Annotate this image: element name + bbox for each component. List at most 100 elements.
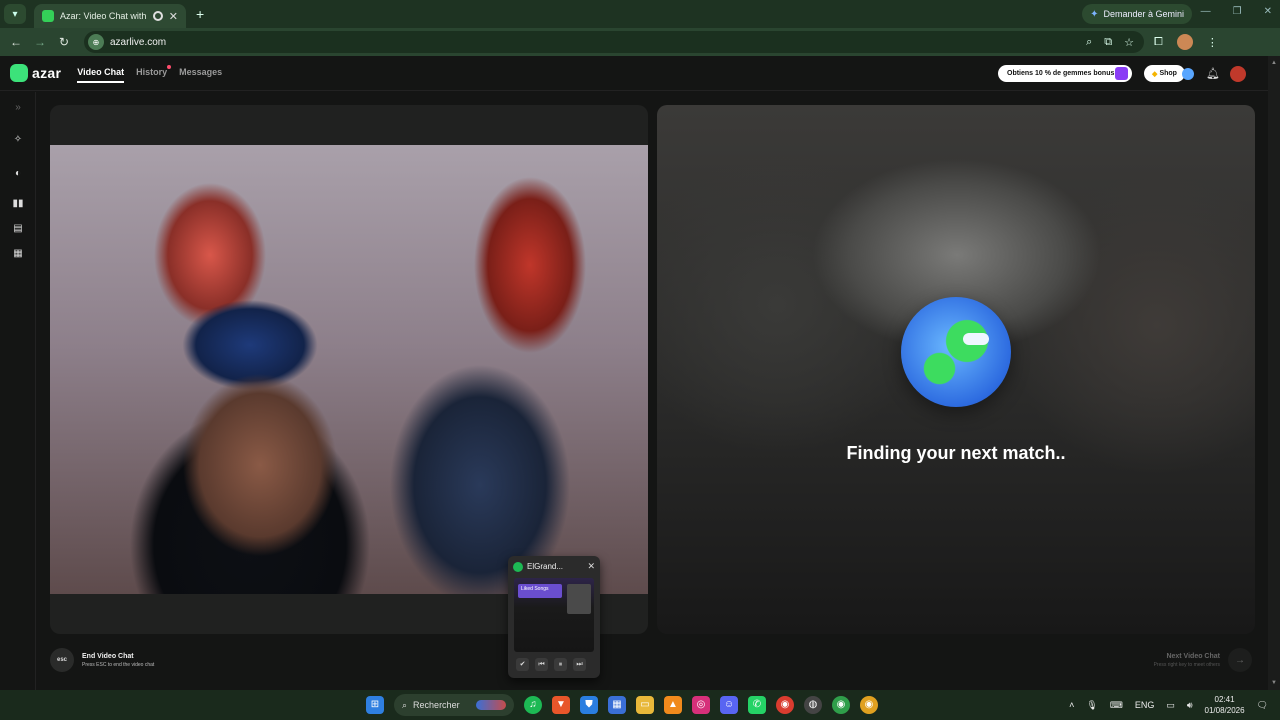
clock[interactable]: 02:41 01/08/2026 — [1205, 694, 1245, 716]
search-highlight-image — [476, 700, 506, 710]
spotify-taskbar-icon[interactable]: ♫ — [524, 696, 542, 714]
search-icon: ⌕ — [402, 699, 408, 710]
next-arrow-icon[interactable]: → — [1228, 648, 1252, 672]
preview-thumbnail[interactable]: Liked Songs — [514, 578, 594, 652]
app-icon[interactable]: ◍ — [804, 696, 822, 714]
volume-icon[interactable]: 🔊︎ — [1187, 700, 1193, 711]
minimize-icon[interactable]: — — [1201, 6, 1211, 17]
magic-wand-icon[interactable]: ✧ — [12, 134, 24, 146]
extensions-icon[interactable]: ⧠ — [1154, 36, 1163, 49]
nav-video-chat[interactable]: Video Chat — [77, 63, 125, 83]
browser-menu-icon[interactable]: ⋮ — [1207, 36, 1218, 49]
preview-close-icon[interactable]: ✕ — [587, 561, 595, 572]
promo-label: Obtiens 10 % de gemmes bonus ! — [1007, 70, 1119, 77]
gem-icon: ◆ — [1152, 70, 1158, 78]
esc-key-button[interactable]: esc — [50, 648, 74, 672]
chat-bubble-icon[interactable] — [1182, 68, 1194, 80]
vlc-icon[interactable]: ▲ — [664, 696, 682, 714]
bell-icon[interactable]: 🔔︎ — [1206, 68, 1220, 80]
cloud-decoration — [963, 333, 989, 345]
taskbar-apps: ⊞ ⌕ Rechercher ♫ ▼ ⛊ ▦ ▭ ▲ ◎ ☺ ✆ ◉ ◍ ◉ ◉ — [366, 694, 878, 716]
instagram-icon[interactable]: ◎ — [692, 696, 710, 714]
forward-icon[interactable]: → — [28, 35, 52, 49]
zoom-icon[interactable]: ⌕ — [1086, 36, 1092, 49]
azar-logo[interactable]: azar — [10, 64, 61, 82]
globe-icon — [901, 297, 1011, 407]
album-art — [567, 584, 591, 614]
like-icon[interactable]: ✔ — [516, 658, 529, 671]
browser-tab[interactable]: Azar: Video Chat with New ✕ — [34, 4, 186, 28]
app-header: azar Video Chat History Messages Obtiens… — [0, 56, 1268, 91]
network-icon[interactable]: ▭ — [1166, 700, 1175, 711]
gem-promo-button[interactable]: Obtiens 10 % de gemmes bonus ! — [998, 65, 1132, 82]
layout-stacked-icon[interactable]: ▤ — [12, 223, 24, 235]
clock-time: 02:41 — [1214, 695, 1235, 704]
pause-icon[interactable]: ⏸ — [554, 658, 567, 671]
tab-search-button[interactable]: ▾ — [4, 4, 26, 24]
back-icon[interactable]: ← — [4, 35, 28, 49]
previous-track-icon[interactable]: ⏮ — [535, 658, 548, 671]
chrome-profile-icon[interactable]: ◉ — [832, 696, 850, 714]
windows-start-icon[interactable]: ⊞ — [366, 696, 384, 714]
language-indicator[interactable]: ENG — [1135, 700, 1155, 710]
layout-side-by-side-icon[interactable]: ▮▮ — [12, 198, 24, 210]
nav-history[interactable]: History — [136, 63, 172, 83]
omnibox[interactable]: ⊕ azarlive.com ⌕ ⧉ ☆ — [84, 31, 1144, 53]
tab-title: Azar: Video Chat with New — [60, 11, 147, 21]
filter-icon[interactable]: ◐ — [12, 168, 24, 180]
bookmark-star-icon[interactable]: ☆ — [1124, 36, 1134, 49]
site-info-icon[interactable]: ⊕ — [88, 34, 104, 50]
file-explorer-icon[interactable]: ▭ — [636, 696, 654, 714]
notification-dot — [167, 65, 172, 69]
azar-logo-icon — [10, 64, 28, 82]
close-window-icon[interactable]: ✕ — [1264, 6, 1272, 17]
notification-center-icon[interactable]: 🗨︎ — [1257, 700, 1268, 711]
tab-close-icon[interactable]: ✕ — [169, 10, 178, 23]
microphone-icon[interactable]: 🎙︎ — [1086, 700, 1097, 711]
maximize-icon[interactable]: ❐ — [1233, 6, 1242, 17]
expand-sidebar-icon[interactable]: » — [12, 102, 24, 114]
main-nav: Video Chat History Messages — [77, 63, 222, 83]
page-scrollbar[interactable]: ▲ ▼ — [1268, 56, 1280, 690]
preview-title: ElGrand... — [527, 562, 564, 571]
install-app-icon[interactable]: ⧉ — [1104, 36, 1112, 49]
new-tab-button[interactable]: + — [196, 6, 204, 22]
end-chat-title: End Video Chat — [82, 652, 134, 660]
next-video-chat-control[interactable]: Next Video Chat Press right key to meet … — [1154, 648, 1252, 672]
nav-messages[interactable]: Messages — [179, 63, 222, 83]
chrome-active-icon[interactable]: ◉ — [860, 696, 878, 714]
shop-button[interactable]: ◆ Shop — [1144, 65, 1185, 82]
scroll-up-icon[interactable]: ▲ — [1268, 60, 1280, 66]
brave-icon[interactable]: ▼ — [552, 696, 570, 714]
spotify-taskbar-preview[interactable]: ElGrand... ✕ Liked Songs ✔ ⏮ ⏸ ⏭ — [508, 556, 600, 678]
keyboard-icon[interactable]: ⌨ — [1110, 700, 1123, 711]
next-chat-hint: Press right key to meet others — [1153, 661, 1220, 668]
url-text[interactable]: azarlive.com — [110, 37, 1080, 48]
taskbar-search[interactable]: ⌕ Rechercher — [394, 694, 514, 716]
store-icon[interactable]: ▦ — [608, 696, 626, 714]
defender-shield-icon[interactable]: ⛊ — [580, 696, 598, 714]
playback-controls: ✔ ⏮ ⏸ ⏭ — [516, 658, 586, 671]
browser-tabbar: ▾ Azar: Video Chat with New ✕ + ✦ Demand… — [0, 0, 1280, 28]
window-controls: — ❐ ✕ — [1201, 6, 1272, 17]
header-icons: 🔔︎ — [1182, 66, 1246, 82]
layout-grid-icon[interactable]: ▦ — [12, 248, 24, 260]
scroll-down-icon[interactable]: ▼ — [1268, 680, 1280, 686]
profile-avatar[interactable] — [1176, 34, 1193, 50]
azar-favicon-icon — [42, 10, 54, 22]
liked-songs-banner: Liked Songs — [518, 584, 562, 598]
gemini-button[interactable]: ✦ Demander à Gemini — [1082, 4, 1192, 24]
extensions-area: ⧠ ⋮ — [1154, 34, 1218, 50]
nav-history-label: History — [136, 67, 168, 77]
end-video-chat-control[interactable]: esc End Video Chat Press ESC to end the … — [50, 648, 154, 672]
next-track-icon[interactable]: ⏭ — [573, 658, 586, 671]
local-video-feed — [50, 145, 648, 594]
tray-overflow-icon[interactable]: ˄ — [1069, 700, 1074, 710]
reload-icon[interactable]: ↻ — [52, 35, 76, 49]
chrome-icon[interactable]: ◉ — [776, 696, 794, 714]
spotify-icon — [513, 561, 523, 572]
discord-icon[interactable]: ☺ — [720, 696, 738, 714]
gemini-label: Demander à Gemini — [1103, 9, 1184, 19]
user-avatar[interactable] — [1230, 66, 1246, 82]
whatsapp-icon[interactable]: ✆ — [748, 696, 766, 714]
